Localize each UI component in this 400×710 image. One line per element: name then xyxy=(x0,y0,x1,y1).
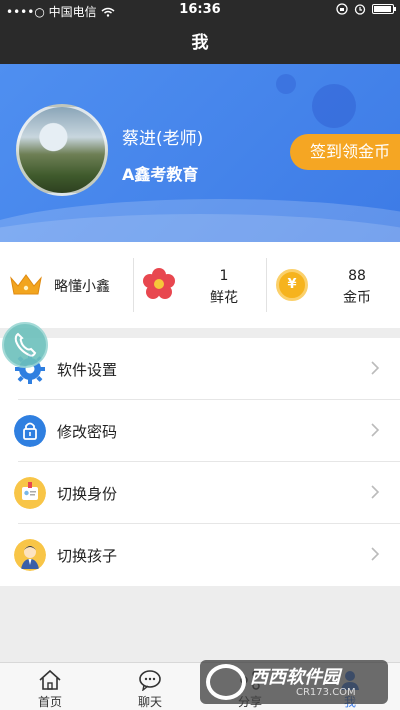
lock-icon xyxy=(14,415,46,447)
organization-name: A鑫考教育 xyxy=(122,165,199,184)
tab-label: 首页 xyxy=(37,695,62,709)
crown-icon xyxy=(10,274,42,295)
menu-label: 切换孩子 xyxy=(57,547,118,565)
coins-label: 金币 xyxy=(343,290,371,306)
flower-icon xyxy=(143,268,175,299)
menu-label: 软件设置 xyxy=(57,361,118,379)
coins-stat[interactable]: ¥ 88 金币 xyxy=(267,242,400,328)
home-icon xyxy=(39,669,61,690)
watermark-text: 西西软件园 xyxy=(250,667,340,688)
menu-item-switch-identity[interactable]: 切换身份 xyxy=(0,462,400,524)
tab-label: 聊天 xyxy=(137,695,162,709)
level-stat[interactable]: 略懂小鑫 xyxy=(0,242,133,328)
id-card-icon xyxy=(14,477,46,509)
phone-call-button[interactable] xyxy=(2,322,48,368)
coins-count: 88 xyxy=(348,268,366,284)
user-name: 蔡进(老师) xyxy=(122,129,204,149)
flowers-stat[interactable]: 1 鲜花 xyxy=(134,242,267,328)
menu-item-switch-child[interactable]: 切换孩子 xyxy=(0,524,400,586)
child-avatar-icon xyxy=(14,539,46,571)
rotation-lock-icon xyxy=(336,3,348,15)
watermark-subtext: CR173.COM xyxy=(296,687,356,698)
checkin-button[interactable]: 签到领金币 xyxy=(290,134,400,170)
settings-menu: 软件设置 修改密码 切换身份 切换孩子 xyxy=(0,338,400,586)
chevron-right-icon xyxy=(371,361,380,375)
status-right xyxy=(336,3,396,15)
chevron-right-icon xyxy=(371,485,380,499)
menu-label: 修改密码 xyxy=(57,423,118,441)
menu-item-change-password[interactable]: 修改密码 xyxy=(0,400,400,462)
level-label: 略懂小鑫 xyxy=(54,279,110,295)
watermark-logo-icon xyxy=(206,664,246,700)
banner-bubble-small xyxy=(276,74,296,94)
menu-label: 切换身份 xyxy=(57,485,118,503)
chevron-right-icon xyxy=(371,547,380,561)
stats-bar: 略懂小鑫 1 鲜花 ¥ 88 金币 xyxy=(0,242,400,328)
chat-icon xyxy=(139,670,161,691)
tab-chat[interactable]: 聊天 xyxy=(100,663,200,710)
phone-icon xyxy=(14,332,37,357)
profile-banner: 蔡进(老师) A鑫考教育 签到领金币 xyxy=(0,64,400,242)
menu-item-software-settings[interactable]: 软件设置 xyxy=(0,338,400,400)
chevron-right-icon xyxy=(371,423,380,437)
flowers-count: 1 xyxy=(219,268,229,284)
watermark: 西西软件园 CR173.COM xyxy=(200,660,388,704)
coin-icon: ¥ xyxy=(276,269,308,301)
status-bar: ••••○ 中国电信 16:36 xyxy=(0,0,400,20)
battery-icon xyxy=(372,4,396,14)
top-bar: ••••○ 中国电信 16:36 我 xyxy=(0,0,400,64)
page-title: 我 xyxy=(191,33,209,53)
avatar[interactable] xyxy=(16,104,108,196)
tab-home[interactable]: 首页 xyxy=(0,663,100,710)
banner-bubble xyxy=(312,84,356,128)
alarm-icon xyxy=(354,4,366,15)
flowers-label: 鲜花 xyxy=(210,290,238,306)
